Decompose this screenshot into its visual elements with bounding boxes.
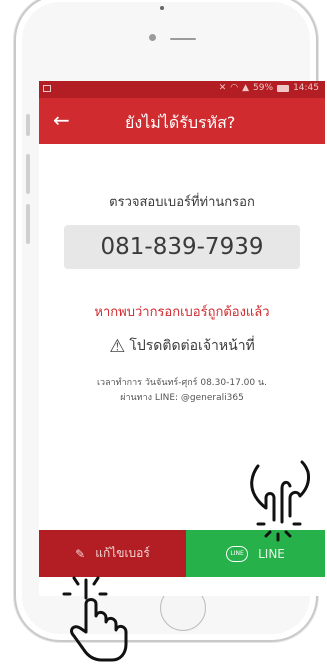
status-bar: ✕ ◠ ▲ 59% 14:45: [39, 81, 325, 98]
line-account-line: ผ่านทาง LINE: @generali365: [120, 393, 244, 403]
pencil-icon: ✎: [75, 546, 86, 561]
side-button: [26, 204, 30, 244]
speaker-icon: [170, 38, 196, 40]
wifi-icon: ◠: [230, 83, 239, 93]
front-camera-icon: [149, 34, 156, 41]
edit-number-label: แก้ไขเบอร์: [95, 546, 150, 560]
side-button: [26, 154, 30, 194]
phone-number-display: 081-839-7939: [64, 225, 300, 269]
clock: 14:45: [293, 83, 319, 93]
back-arrow-icon[interactable]: ←: [53, 108, 70, 132]
contact-staff-text: โปรดติดต่อเจ้าหน้าที่: [129, 338, 255, 354]
app-bar: ← ยังไม่ได้รับรหัส?: [39, 98, 325, 144]
hand-pointer-icon: [62, 576, 128, 662]
signal-icon: ▲: [242, 83, 250, 93]
battery-percent: 59%: [253, 83, 274, 93]
mute-icon: ✕: [218, 83, 227, 93]
correct-number-text: หากพบว่ากรอกเบอร์ถูกต้องแล้ว: [94, 305, 270, 320]
camera-icon: [160, 6, 164, 10]
page-title: ยังไม่ได้รับรหัส?: [125, 113, 236, 132]
hand-pointer-icon: [250, 460, 310, 542]
side-button: [26, 114, 30, 136]
check-prompt: ตรวจสอบเบอร์ที่ท่านกรอก: [109, 195, 255, 210]
warning-icon: ⚠: [109, 335, 126, 357]
business-hours: เวลาทำการ วันจันทร์-ศุกร์ 08.30-17.00 น.…: [39, 376, 325, 406]
contact-staff-row: ⚠ โปรดติดต่อเจ้าหน้าที่: [39, 335, 325, 357]
hours-line: เวลาทำการ วันจันทร์-ศุกร์ 08.30-17.00 น.: [96, 378, 268, 388]
edit-number-button[interactable]: ✎ แก้ไขเบอร์: [39, 530, 186, 577]
battery-icon: [277, 84, 290, 92]
image-icon: [43, 85, 51, 92]
